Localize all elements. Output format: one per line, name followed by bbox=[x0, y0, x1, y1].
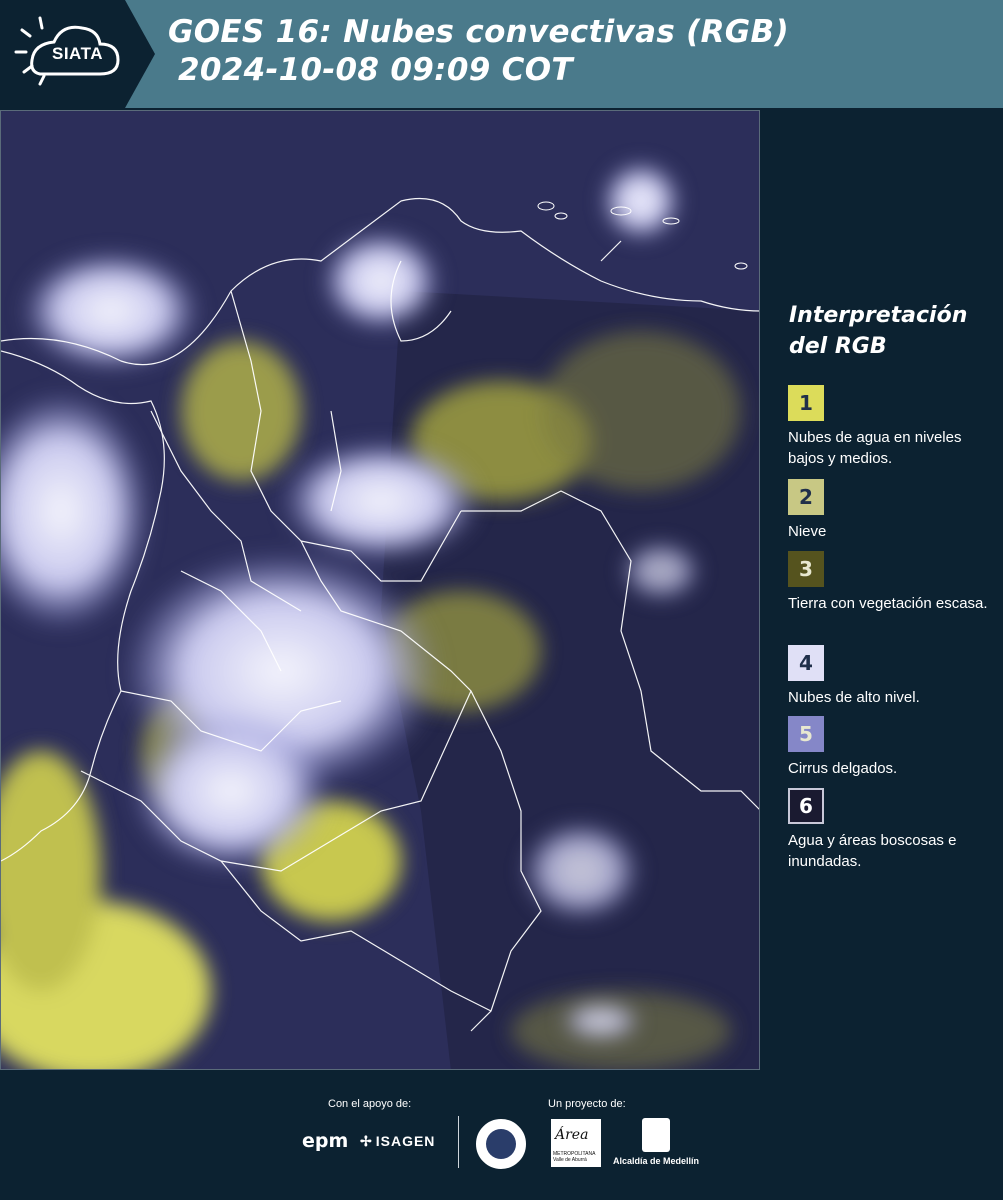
legend-swatch-4: 4 bbox=[788, 645, 824, 681]
header-bar: SIATA GOES 16: Nubes convectivas (RGB) 2… bbox=[0, 0, 1003, 108]
project-label: Un proyecto de: bbox=[548, 1098, 626, 1110]
area-metropolitana-logo: Área METROPOLITANA Valle de Aburrá bbox=[551, 1119, 601, 1167]
legend-panel: Interpretación del RGB 1 Nubes de agua e… bbox=[770, 110, 1003, 1070]
medellin-seal-icon bbox=[476, 1119, 526, 1169]
legend-label-3: Tierra con vegetación escasa. bbox=[788, 595, 988, 612]
area-logo-subtext: METROPOLITANA Valle de Aburrá bbox=[553, 1151, 596, 1163]
logo-label: SIATA bbox=[52, 44, 103, 63]
legend-label-6: Agua y áreas boscosas e inundadas. bbox=[788, 832, 957, 870]
alcaldia-label: Alcaldía de Medellín bbox=[613, 1156, 700, 1166]
legend-swatch-3: 3 bbox=[788, 551, 824, 587]
legend-item-3: 3 Tierra con vegetación escasa. bbox=[788, 551, 998, 614]
legend-swatch-5: 5 bbox=[788, 716, 824, 752]
legend-item-1: 1 Nubes de agua en niveles bajos y medio… bbox=[788, 385, 998, 469]
legend-item-5: 5 Cirrus delgados. bbox=[788, 716, 998, 779]
siata-logo: SIATA bbox=[0, 0, 155, 108]
footer-divider bbox=[458, 1116, 459, 1168]
legend-label-5: Cirrus delgados. bbox=[788, 760, 898, 777]
legend-item-2: 2 Nieve bbox=[788, 479, 998, 542]
alcaldia-shield-icon bbox=[642, 1118, 670, 1152]
legend-item-4: 4 Nubes de alto nivel. bbox=[788, 645, 998, 708]
page-title: GOES 16: Nubes convectivas (RGB) bbox=[168, 14, 789, 50]
area-logo-text: Área bbox=[555, 1127, 589, 1143]
legend-swatch-2: 2 bbox=[788, 479, 824, 515]
support-label: Con el apoyo de: bbox=[328, 1098, 412, 1110]
isagen-icon: ✢ bbox=[360, 1133, 373, 1149]
epm-logo: epm bbox=[302, 1130, 349, 1152]
footer: Con el apoyo de: Un proyecto de: epm ✢ IS… bbox=[0, 1070, 1003, 1200]
timestamp: 2024-10-08 09:09 COT bbox=[178, 52, 573, 88]
legend-label-1: Nubes de agua en niveles bajos y medios. bbox=[788, 429, 962, 467]
isagen-label: ISAGEN bbox=[375, 1133, 436, 1149]
satellite-map bbox=[0, 110, 760, 1070]
legend-title: Interpretación del RGB bbox=[789, 303, 968, 359]
seal-inner bbox=[486, 1129, 516, 1159]
legend-item-6: 6 Agua y áreas boscosas e inundadas. bbox=[788, 788, 998, 872]
legend-label-2: Nieve bbox=[788, 523, 827, 540]
legend-swatch-6: 6 bbox=[788, 788, 824, 824]
legend-swatch-1: 1 bbox=[788, 385, 824, 421]
isagen-logo: ✢ ISAGEN bbox=[360, 1133, 435, 1150]
legend-label-4: Nubes de alto nivel. bbox=[788, 689, 920, 706]
